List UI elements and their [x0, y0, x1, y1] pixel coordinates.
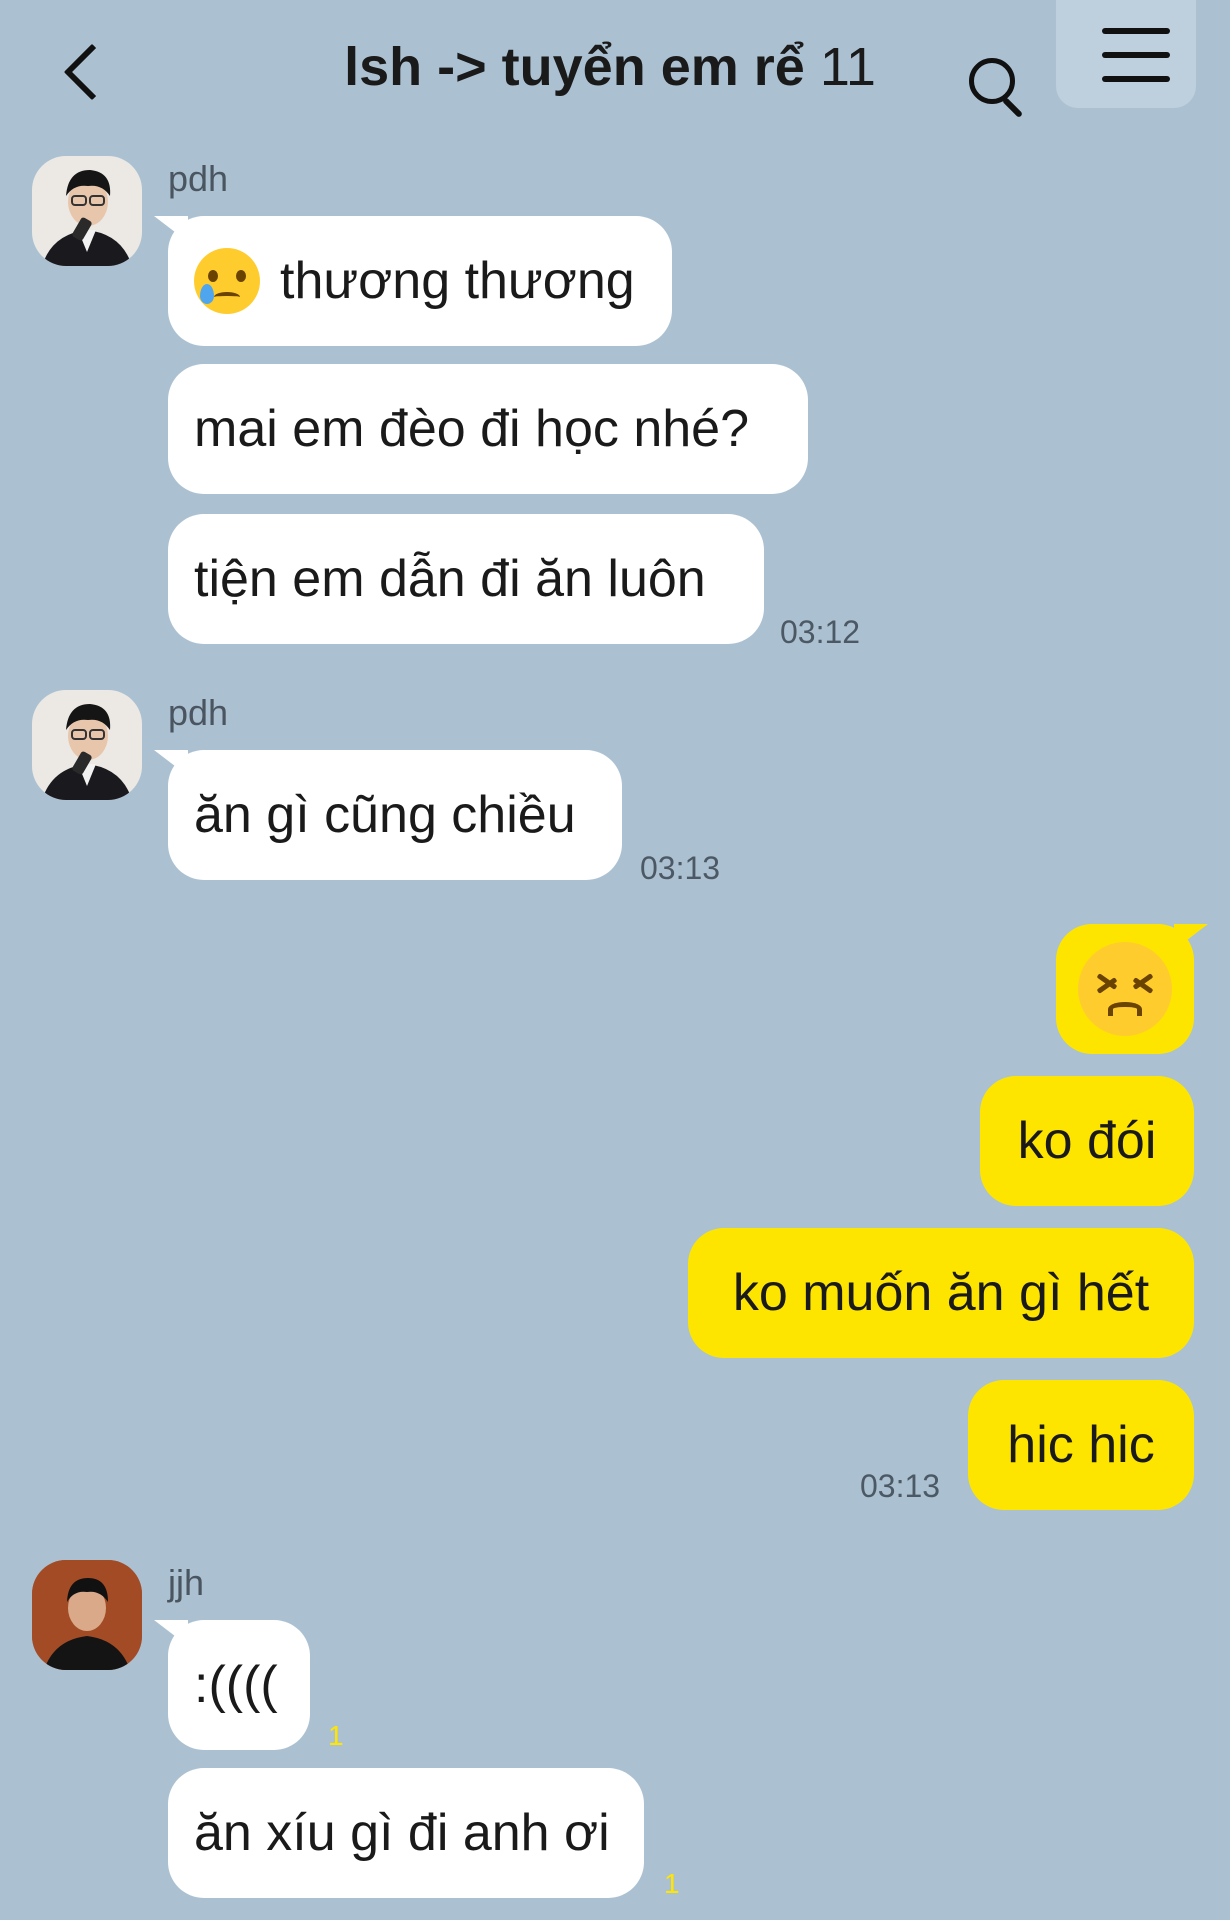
chat-title: lsh -> tuyển em rể 11	[300, 36, 920, 98]
sent-message-bubble[interactable]: ko đói	[980, 1076, 1194, 1206]
menu-icon	[1102, 28, 1170, 34]
message-bubble[interactable]: ăn gì cũng chiều	[168, 750, 622, 880]
search-icon	[969, 58, 1015, 104]
message-bubble[interactable]: mai em đèo đi học nhé?	[168, 364, 808, 494]
message-text: tiện em dẫn đi ăn luôn	[194, 550, 706, 608]
sent-message-bubble[interactable]: hic hic	[968, 1380, 1194, 1510]
message-bubble[interactable]: :((((	[168, 1620, 310, 1750]
message-timestamp: 03:12	[780, 614, 861, 650]
unread-count: 1	[664, 1868, 680, 1899]
avatar-pdh[interactable]	[32, 156, 142, 266]
message-bubble[interactable]: tiện em dẫn đi ăn luôn	[168, 514, 764, 644]
message-bubble[interactable]: ăn xíu gì đi anh ơi	[168, 1768, 644, 1898]
message-text: ko đói	[1017, 1112, 1157, 1170]
sender-name: jjh	[168, 1562, 205, 1603]
message-text: ăn xíu gì đi anh ơi	[194, 1804, 610, 1862]
message-text: :((((	[194, 1656, 278, 1714]
sent-message-bubble[interactable]: ko muốn ăn gì hết	[688, 1228, 1194, 1358]
avatar-pdh[interactable]	[32, 690, 142, 800]
menu-button[interactable]	[1056, 0, 1196, 108]
message-text: ko muốn ăn gì hết	[732, 1264, 1150, 1322]
back-button[interactable]	[58, 38, 114, 108]
message-text: thương thương	[280, 252, 635, 310]
message-text: ăn gì cũng chiều	[194, 786, 576, 844]
sender-name: pdh	[168, 692, 229, 733]
sent-message-bubble[interactable]	[1056, 924, 1194, 1054]
member-count: 11	[819, 37, 876, 97]
message-text: hic hic	[1007, 1416, 1155, 1474]
crying-smile-emoji-icon	[194, 248, 260, 314]
message-text: mai em đèo đi học nhé?	[194, 400, 750, 458]
message-bubble[interactable]: thương thương	[168, 216, 672, 346]
message-timestamp: 03:13	[860, 1468, 941, 1504]
message-timestamp: 03:13	[640, 850, 721, 886]
avatar-jjh[interactable]	[32, 1560, 142, 1670]
confounded-face-emoji-icon	[1078, 942, 1172, 1036]
sender-name: pdh	[168, 158, 229, 199]
search-button[interactable]	[962, 52, 1032, 122]
chat-header: lsh -> tuyển em rể 11	[0, 0, 1230, 140]
unread-count: 1	[328, 1720, 344, 1751]
chat-name: lsh -> tuyển em rể	[344, 37, 805, 97]
